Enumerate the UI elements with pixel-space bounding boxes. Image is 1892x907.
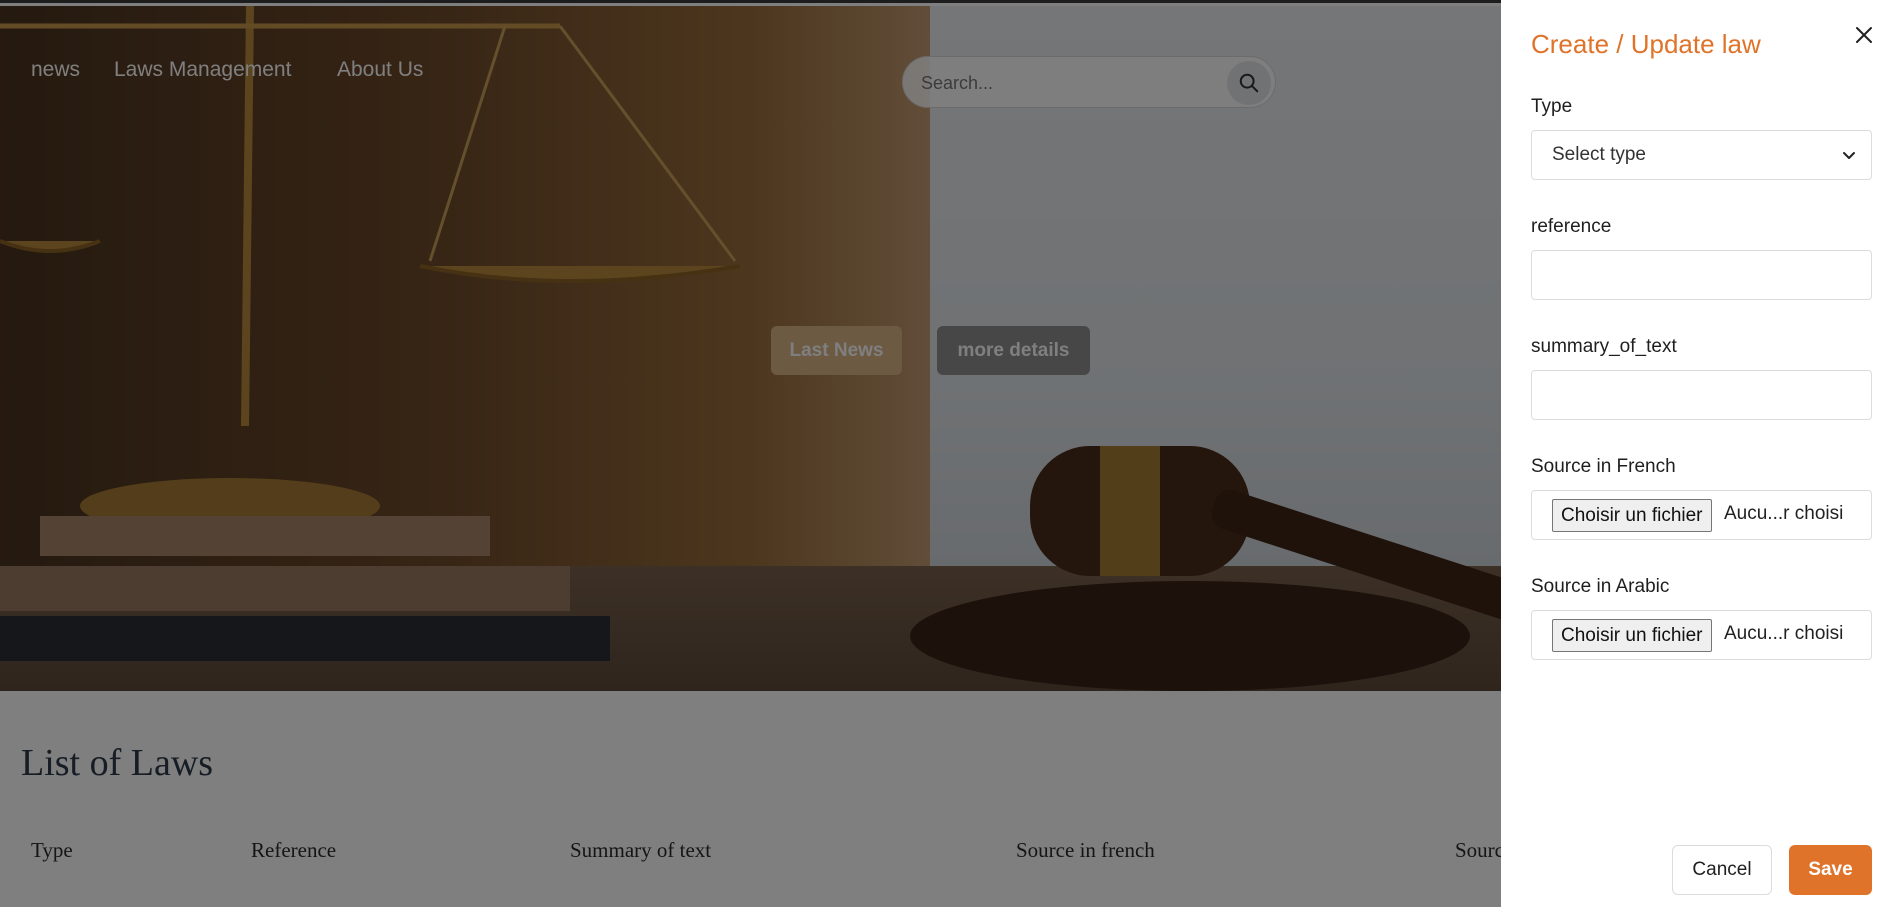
close-icon [1856, 27, 1872, 43]
summary-input[interactable] [1533, 372, 1870, 418]
chevron-down-icon [1843, 152, 1855, 159]
reference-input[interactable] [1533, 252, 1870, 298]
reference-field [1531, 250, 1872, 300]
source-arabic-file-status: Aucu...r choisi [1724, 623, 1844, 644]
save-button[interactable]: Save [1789, 845, 1872, 895]
source-french-file-status: Aucu...r choisi [1724, 503, 1844, 524]
summary-label: summary_of_text [1531, 336, 1677, 357]
type-select-value: Select type [1552, 144, 1646, 165]
create-update-law-panel: Create / Update law Type Select type ref… [1501, 0, 1892, 907]
source-french-choose-file-button[interactable]: Choisir un fichier [1552, 499, 1712, 532]
cancel-button[interactable]: Cancel [1672, 845, 1772, 895]
source-arabic-file-field: Choisir un fichier Aucu...r choisi [1531, 610, 1872, 660]
panel-title: Create / Update law [1531, 29, 1761, 59]
source-arabic-label: Source in Arabic [1531, 576, 1670, 597]
source-french-label: Source in French [1531, 456, 1676, 477]
source-french-file-field: Choisir un fichier Aucu...r choisi [1531, 490, 1872, 540]
summary-field [1531, 370, 1872, 420]
close-button[interactable] [1849, 20, 1879, 50]
type-label: Type [1531, 96, 1573, 117]
reference-label: reference [1531, 216, 1612, 237]
source-arabic-choose-file-button[interactable]: Choisir un fichier [1552, 619, 1712, 652]
type-select[interactable]: Select type [1531, 130, 1872, 180]
